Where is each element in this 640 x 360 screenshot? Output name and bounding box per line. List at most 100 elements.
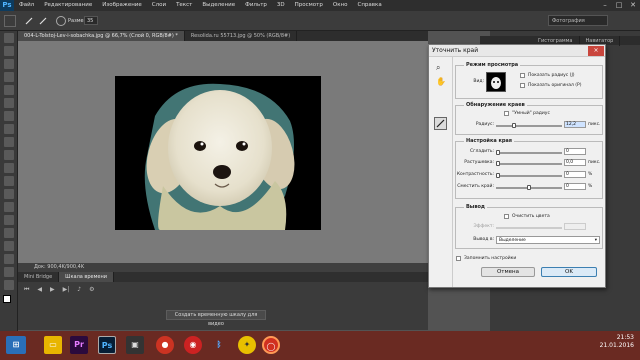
- menu-select[interactable]: Выделение: [197, 0, 240, 11]
- eraser-tool-icon[interactable]: [4, 163, 14, 173]
- play-icon[interactable]: ▶: [50, 286, 55, 294]
- tab-timeline[interactable]: Шкала времени: [59, 272, 114, 282]
- ok-button[interactable]: OK: [541, 267, 597, 277]
- brush-erase-icon[interactable]: [38, 16, 48, 26]
- contrast-input[interactable]: 0: [564, 171, 586, 178]
- file-explorer-icon[interactable]: ▭: [44, 336, 62, 354]
- move-tool-icon[interactable]: [4, 33, 14, 43]
- tab-document-1[interactable]: 004-L-Tolstoj-Lev-i-sobachka.jpg @ 66,7%…: [18, 31, 185, 41]
- type-tool-icon[interactable]: [4, 228, 14, 238]
- menu-file[interactable]: Файл: [14, 0, 39, 11]
- bluetooth-icon[interactable]: ᛒ: [210, 336, 228, 354]
- system-clock[interactable]: 21:53 21.01.2016: [600, 334, 634, 350]
- radius-input[interactable]: 12,2: [564, 121, 586, 128]
- smooth-slider-knob[interactable]: [496, 150, 500, 155]
- brush-preset-icon[interactable]: [4, 15, 16, 27]
- gradient-tool-icon[interactable]: [4, 176, 14, 186]
- blur-tool-icon[interactable]: [4, 189, 14, 199]
- show-radius-checkbox[interactable]: [520, 73, 525, 78]
- smart-radius-checkbox[interactable]: [504, 111, 509, 116]
- tab-mini-bridge[interactable]: Mini Bridge: [18, 272, 60, 282]
- feather-slider-knob[interactable]: [496, 161, 500, 166]
- smooth-slider[interactable]: [496, 150, 562, 155]
- view-mode-group: Режим просмотра Вид: Показать радиус (J)…: [455, 62, 603, 99]
- marquee-tool-icon[interactable]: [4, 46, 14, 56]
- first-frame-icon[interactable]: ⏮: [24, 286, 29, 294]
- shift-edge-slider[interactable]: [496, 185, 562, 190]
- radius-slider-knob[interactable]: [512, 123, 516, 128]
- healing-tool-icon[interactable]: [4, 111, 14, 121]
- zoom-tool-icon[interactable]: ⌕: [436, 63, 440, 73]
- menu-help[interactable]: Справка: [352, 0, 386, 11]
- history-brush-tool-icon[interactable]: [4, 150, 14, 160]
- premiere-icon[interactable]: Pr: [70, 336, 88, 354]
- menu-image[interactable]: Изображение: [97, 0, 147, 11]
- lasso-tool-icon[interactable]: [4, 59, 14, 69]
- shape-tool-icon[interactable]: [4, 254, 14, 264]
- status-bar: Док: 900,4K/900,4K: [18, 263, 428, 272]
- brush-size-icon[interactable]: [56, 16, 66, 26]
- photoshop-icon[interactable]: Ps: [98, 336, 116, 354]
- media-player-icon[interactable]: ●: [156, 336, 174, 354]
- menu-type[interactable]: Текст: [171, 0, 197, 11]
- menu-window[interactable]: Окно: [328, 0, 353, 11]
- maximize-icon[interactable]: □: [612, 0, 626, 11]
- brush-add-icon[interactable]: [24, 16, 34, 26]
- output-to-select[interactable]: Выделение ▾: [496, 236, 600, 244]
- browser-icon[interactable]: ◉: [184, 336, 202, 354]
- menu-3d[interactable]: 3D: [272, 0, 290, 11]
- decontaminate-checkbox[interactable]: [504, 214, 509, 219]
- prev-frame-icon[interactable]: ◀: [37, 286, 42, 294]
- start-button-icon[interactable]: ⊞: [6, 336, 26, 354]
- size-input[interactable]: 35: [84, 16, 98, 25]
- foreground-color-swatch[interactable]: [3, 295, 11, 303]
- dialog-close-icon[interactable]: ×: [588, 46, 604, 56]
- menu-view[interactable]: Просмотр: [290, 0, 328, 11]
- contrast-slider-knob[interactable]: [496, 173, 500, 178]
- menu-filter[interactable]: Фильтр: [240, 0, 272, 11]
- cancel-button[interactable]: Отмена: [481, 267, 535, 277]
- view-preview-select[interactable]: [486, 72, 506, 92]
- create-video-timeline-button[interactable]: Создать временную шкалу для видео: [166, 310, 266, 327]
- menu-layers[interactable]: Слои: [147, 0, 171, 11]
- minimize-icon[interactable]: –: [598, 0, 612, 11]
- stamp-tool-icon[interactable]: [4, 137, 14, 147]
- close-icon[interactable]: ✕: [626, 0, 640, 11]
- feather-input[interactable]: 0,0: [564, 159, 586, 166]
- utility-icon[interactable]: ✦: [238, 336, 256, 354]
- next-frame-icon[interactable]: ▶|: [63, 286, 70, 294]
- color-swatches[interactable]: [0, 293, 17, 313]
- remember-settings-checkbox[interactable]: [456, 256, 461, 261]
- eyedropper-tool-icon[interactable]: [4, 98, 14, 108]
- zoom-tool-icon[interactable]: [4, 280, 14, 290]
- path-select-tool-icon[interactable]: [4, 241, 14, 251]
- shift-edge-slider-knob[interactable]: [527, 185, 531, 190]
- audio-icon[interactable]: ♪: [77, 286, 81, 294]
- settings-icon[interactable]: ⚙: [89, 286, 94, 294]
- feather-slider[interactable]: [496, 161, 562, 166]
- workspace-select[interactable]: Фотография: [548, 15, 608, 26]
- dodge-tool-icon[interactable]: [4, 202, 14, 212]
- recorder-icon[interactable]: ◯: [262, 336, 280, 354]
- hand-tool-icon[interactable]: [4, 267, 14, 277]
- contrast-slider[interactable]: [496, 173, 562, 178]
- feather-label: Растушевка:: [464, 160, 494, 165]
- menu-edit[interactable]: Редактирование: [39, 0, 97, 11]
- shift-edge-input[interactable]: 0: [564, 183, 586, 190]
- menu-bar: Ps Файл Редактирование Изображение Слои …: [0, 0, 640, 11]
- media-icon[interactable]: ▣: [126, 336, 144, 354]
- refine-radius-tool-icon[interactable]: [434, 117, 447, 130]
- crop-tool-icon[interactable]: [4, 85, 14, 95]
- document-image[interactable]: [115, 76, 321, 230]
- dialog-titlebar[interactable]: Уточнить край ×: [429, 45, 605, 57]
- show-original-checkbox[interactable]: [520, 83, 525, 88]
- contrast-unit: %: [588, 172, 593, 177]
- brush-tool-icon[interactable]: [4, 124, 14, 134]
- smooth-input[interactable]: 0: [564, 148, 586, 155]
- quick-select-tool-icon[interactable]: [4, 72, 14, 82]
- hand-tool-icon[interactable]: ✋: [436, 77, 446, 86]
- puppy-image: [115, 76, 321, 230]
- pen-tool-icon[interactable]: [4, 215, 14, 225]
- tab-document-2[interactable]: Resolida.ru 55713.jpg @ 50% (RGB/8#): [185, 31, 298, 41]
- radius-slider[interactable]: [496, 123, 562, 128]
